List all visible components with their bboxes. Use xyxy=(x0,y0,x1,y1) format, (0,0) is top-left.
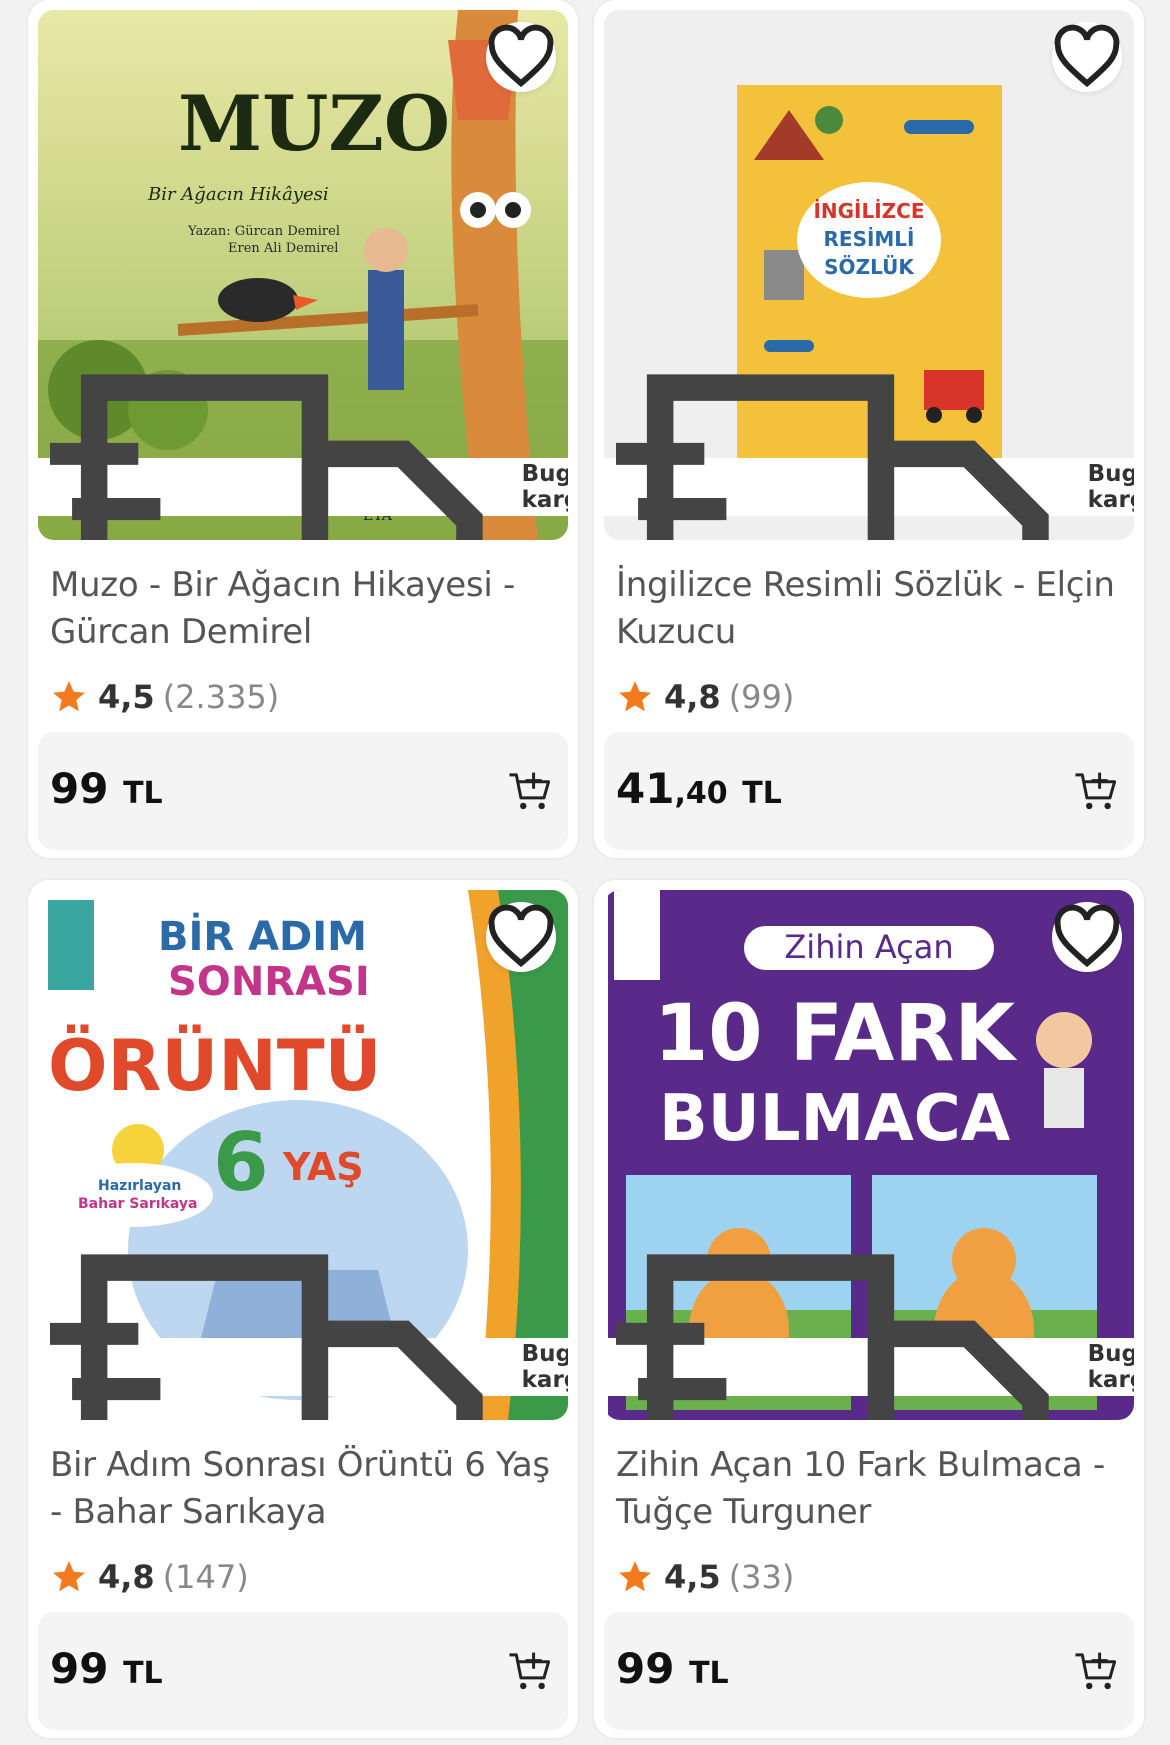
cover-line-1: BİR ADIM xyxy=(158,912,367,960)
price-currency: TL xyxy=(742,776,782,811)
shipping-badge: Bugün kargoda xyxy=(38,1254,568,1420)
add-to-cart-icon[interactable] xyxy=(506,768,552,814)
price-bar: 99 TL xyxy=(38,1612,568,1730)
cover-line-1: İNGİLİZCE xyxy=(813,199,924,223)
review-count: (33) xyxy=(728,1558,795,1596)
product-image[interactable]: İNGİLİZCE RESİMLİ SÖZLÜK Bugün kargoda xyxy=(604,10,1134,540)
product-title[interactable]: Bir Adım Sonrası Örüntü 6 Yaş - Bahar Sa… xyxy=(50,1442,560,1536)
add-to-cart-icon[interactable] xyxy=(1072,768,1118,814)
product-image[interactable]: MUZO Bir Ağacın Hikâyesi Yazan: Gürcan D… xyxy=(38,10,568,540)
badge-label: Bugün kargoda xyxy=(1087,461,1134,513)
price-currency: TL xyxy=(123,776,163,811)
star-icon xyxy=(619,681,651,712)
price-currency: TL xyxy=(689,1656,729,1691)
delivery-truck-icon xyxy=(616,1254,1049,1420)
product-card[interactable]: Zihin Açan 10 FARK BULMACA Bugün kargoda xyxy=(594,880,1144,1738)
favorite-button[interactable] xyxy=(1052,22,1122,92)
rating-score: 4,5 xyxy=(98,678,155,716)
product-rating: 4,8 (99) xyxy=(616,672,794,722)
favorite-button[interactable] xyxy=(486,22,556,92)
cover-title: MUZO xyxy=(178,79,450,168)
shipping-badge: Bugün kargoda xyxy=(604,1254,1134,1420)
price-main: 41 xyxy=(616,764,675,813)
add-to-cart-icon[interactable] xyxy=(1072,1648,1118,1694)
review-count: (99) xyxy=(728,678,795,716)
price-main: 99 xyxy=(50,1644,109,1693)
rating-score: 4,5 xyxy=(664,1558,721,1596)
product-title[interactable]: Muzo - Bir Ağacın Hikayesi - Gürcan Demi… xyxy=(50,562,560,656)
cover-line-2: SONRASI xyxy=(168,959,370,1005)
product-title[interactable]: Zihin Açan 10 Fark Bulmaca - Tuğçe Turgu… xyxy=(616,1442,1126,1536)
rating-score: 4,8 xyxy=(98,1558,155,1596)
product-rating: 4,8 (147) xyxy=(50,1552,249,1602)
price-main: 99 xyxy=(616,1644,675,1693)
product-price: 99 TL xyxy=(616,1644,729,1693)
shipping-badge: Bugün kargoda xyxy=(38,374,568,540)
price-bar: 99 TL xyxy=(604,1612,1134,1730)
badge-label: Bugün kargoda xyxy=(521,1341,568,1393)
price-decimal: ,40 xyxy=(674,776,728,811)
product-card[interactable]: BİR ADIM SONRASI ÖRÜNTÜ 6 YAŞ Hazırlayan… xyxy=(28,880,578,1738)
product-image[interactable]: Zihin Açan 10 FARK BULMACA Bugün kargoda xyxy=(604,890,1134,1420)
product-rating: 4,5 (2.335) xyxy=(50,672,279,722)
star-icon xyxy=(619,1561,651,1592)
review-count: (147) xyxy=(162,1558,249,1596)
badge-label: Bugün kargoda xyxy=(521,461,568,513)
delivery-truck-icon xyxy=(50,1254,483,1420)
badge-label: Bugün kargoda xyxy=(1087,1341,1134,1393)
review-count: (2.335) xyxy=(162,678,280,716)
product-card[interactable]: MUZO Bir Ağacın Hikâyesi Yazan: Gürcan D… xyxy=(28,0,578,858)
rating-score: 4,8 xyxy=(664,678,721,716)
cover-top: Zihin Açan xyxy=(784,928,953,966)
product-grid: MUZO Bir Ağacın Hikâyesi Yazan: Gürcan D… xyxy=(0,0,1170,1745)
price-bar: 41,40 TL xyxy=(604,732,1134,850)
product-price: 41,40 TL xyxy=(616,764,782,813)
product-image[interactable]: BİR ADIM SONRASI ÖRÜNTÜ 6 YAŞ Hazırlayan… xyxy=(38,890,568,1420)
add-to-cart-icon[interactable] xyxy=(506,1648,552,1694)
price-currency: TL xyxy=(123,1656,163,1691)
delivery-truck-icon xyxy=(50,374,483,540)
cover-subtitle: Bir Ağacın Hikâyesi xyxy=(147,184,329,205)
delivery-truck-icon xyxy=(616,374,1049,540)
favorite-button[interactable] xyxy=(486,902,556,972)
product-rating: 4,5 (33) xyxy=(616,1552,794,1602)
price-main: 99 xyxy=(50,764,109,813)
favorite-button[interactable] xyxy=(1052,902,1122,972)
product-price: 99 TL xyxy=(50,764,163,813)
product-card[interactable]: İNGİLİZCE RESİMLİ SÖZLÜK Bugün kargoda İ… xyxy=(594,0,1144,858)
star-icon xyxy=(53,1561,85,1592)
star-icon xyxy=(53,681,85,712)
product-title[interactable]: İngilizce Resimli Sözlük - Elçin Kuzucu xyxy=(616,562,1126,656)
price-bar: 99 TL xyxy=(38,732,568,850)
cover-line-3: ÖRÜNTÜ xyxy=(48,1025,381,1107)
cover-line-1: 10 FARK xyxy=(654,989,1017,1079)
product-price: 99 TL xyxy=(50,1644,163,1693)
shipping-badge: Bugün kargoda xyxy=(604,374,1134,540)
